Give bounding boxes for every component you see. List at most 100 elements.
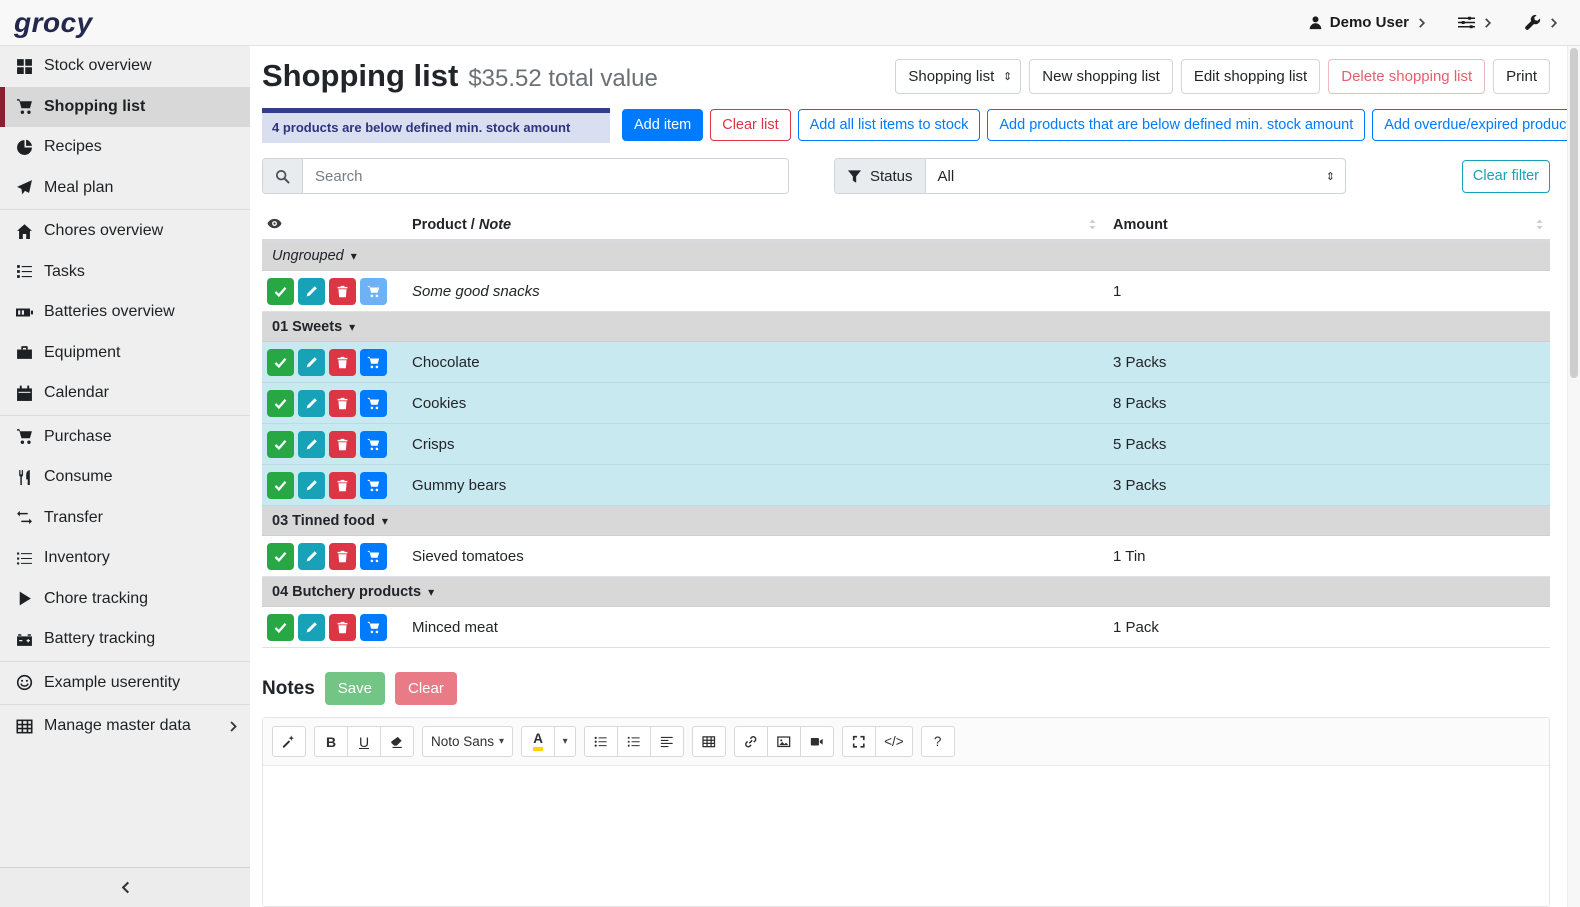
add-all-to-stock-button[interactable]: Add all list items to stock — [798, 109, 981, 141]
search-input[interactable] — [303, 159, 788, 193]
insert-video-button[interactable] — [800, 726, 834, 757]
admin-menu[interactable] — [1524, 14, 1560, 31]
sidebar-item-recipes[interactable]: Recipes — [0, 127, 250, 168]
help-button[interactable]: ? — [921, 726, 955, 757]
sidebar-item-chores-overview[interactable]: Chores overview — [0, 211, 250, 252]
group-header-tinned-food[interactable]: 03 Tinned food ▾ — [262, 506, 1550, 536]
purchase-item-button[interactable] — [360, 390, 387, 417]
edit-shopping-list-button[interactable]: Edit shopping list — [1181, 59, 1320, 94]
edit-item-button[interactable] — [298, 349, 325, 376]
purchase-item-button[interactable] — [360, 349, 387, 376]
sidebar-item-battery-tracking[interactable]: Battery tracking — [0, 619, 250, 660]
product-column-header[interactable]: Product / Note — [412, 217, 1113, 233]
new-shopping-list-button[interactable]: New shopping list — [1029, 59, 1173, 94]
below-min-stock-banner[interactable]: 4 products are below defined min. stock … — [262, 108, 610, 143]
sidebar-item-meal-plan[interactable]: Meal plan — [0, 168, 250, 209]
delete-item-button[interactable] — [329, 390, 356, 417]
text-color-button[interactable]: A — [521, 726, 555, 757]
magic-style-button[interactable] — [272, 726, 306, 757]
mark-done-button[interactable] — [267, 431, 294, 458]
sidebar-item-equipment[interactable]: Equipment — [0, 333, 250, 374]
sidebar-item-batteries-overview[interactable]: Batteries overview — [0, 292, 250, 333]
fullscreen-button[interactable] — [842, 726, 876, 757]
delete-item-button[interactable] — [329, 614, 356, 641]
mark-done-button[interactable] — [267, 349, 294, 376]
insert-link-button[interactable] — [734, 726, 768, 757]
print-button[interactable]: Print — [1493, 59, 1550, 94]
edit-item-button[interactable] — [298, 472, 325, 499]
mark-done-button[interactable] — [267, 614, 294, 641]
delete-item-button[interactable] — [329, 431, 356, 458]
delete-item-button[interactable] — [329, 278, 356, 305]
insert-table-button[interactable] — [692, 726, 726, 757]
sidebar-item-inventory[interactable]: Inventory — [0, 538, 250, 579]
notes-textarea[interactable] — [263, 766, 1549, 906]
clear-formatting-button[interactable] — [380, 726, 414, 757]
sidebar-collapse-button[interactable] — [0, 867, 250, 907]
delete-item-button[interactable] — [329, 349, 356, 376]
amount-column-header[interactable]: Amount — [1113, 217, 1550, 233]
group-header-sweets[interactable]: 01 Sweets ▾ — [262, 312, 1550, 342]
shopping-list-selector[interactable]: Shopping list ⇕ — [895, 59, 1021, 94]
sidebar-item-example-userentity[interactable]: Example userentity — [0, 663, 250, 704]
edit-item-button[interactable] — [298, 431, 325, 458]
paragraph-align-button[interactable] — [650, 726, 684, 757]
delete-item-button[interactable] — [329, 472, 356, 499]
add-below-min-stock-button[interactable]: Add products that are below defined min.… — [987, 109, 1365, 141]
mark-done-button[interactable] — [267, 472, 294, 499]
sidebar-item-manage-master-data[interactable]: Manage master data — [0, 706, 250, 747]
settings-menu[interactable] — [1458, 14, 1494, 31]
status-select[interactable]: All ⇕ — [926, 159, 1345, 193]
caret-down-icon: ▾ — [499, 736, 504, 747]
cart-icon — [16, 428, 33, 445]
add-item-button[interactable]: Add item — [622, 109, 703, 141]
edit-item-button[interactable] — [298, 614, 325, 641]
group-header-butchery-products[interactable]: 04 Butchery products ▾ — [262, 577, 1550, 607]
sidebar-item-tasks[interactable]: Tasks — [0, 252, 250, 293]
purchase-item-button[interactable] — [360, 278, 387, 305]
notes-save-button[interactable]: Save — [325, 672, 385, 705]
sidebar-item-transfer[interactable]: Transfer — [0, 498, 250, 539]
text-color-dropdown[interactable]: ▾ — [554, 726, 576, 757]
clear-list-button[interactable]: Clear list — [710, 109, 790, 141]
add-overdue-button[interactable]: Add overdue/expired products — [1372, 109, 1580, 141]
user-name: Demo User — [1330, 14, 1409, 31]
clear-filter-button[interactable]: Clear filter — [1462, 160, 1550, 193]
search-icon — [275, 169, 290, 184]
mark-done-button[interactable] — [267, 278, 294, 305]
eye-icon[interactable] — [267, 216, 282, 231]
sidebar-item-purchase[interactable]: Purchase — [0, 417, 250, 458]
sidebar-item-calendar[interactable]: Calendar — [0, 373, 250, 414]
ordered-list-button[interactable] — [617, 726, 651, 757]
notes-clear-button[interactable]: Clear — [395, 672, 457, 705]
insert-picture-button[interactable] — [767, 726, 801, 757]
sort-icon[interactable] — [1086, 218, 1099, 231]
bold-button[interactable]: B — [314, 726, 348, 757]
mark-done-button[interactable] — [267, 390, 294, 417]
scrollbar-thumb[interactable] — [1570, 48, 1578, 378]
user-menu[interactable]: Demo User — [1308, 14, 1428, 31]
sidebar-item-consume[interactable]: Consume — [0, 457, 250, 498]
edit-item-button[interactable] — [298, 278, 325, 305]
purchase-item-button[interactable] — [360, 472, 387, 499]
edit-item-button[interactable] — [298, 390, 325, 417]
purchase-item-button[interactable] — [360, 431, 387, 458]
edit-item-button[interactable] — [298, 543, 325, 570]
mark-done-button[interactable] — [267, 543, 294, 570]
sort-icon[interactable] — [1533, 218, 1546, 231]
purchase-item-button[interactable] — [360, 543, 387, 570]
underline-button[interactable]: U — [347, 726, 381, 757]
grocy-logo[interactable]: grocy — [14, 7, 93, 39]
sidebar-item-stock-overview[interactable]: Stock overview — [0, 46, 250, 87]
code-view-button[interactable]: </> — [875, 726, 913, 757]
font-family-dropdown[interactable]: Noto Sans▾ — [422, 726, 513, 757]
group-header-ungrouped[interactable]: Ungrouped ▾ — [262, 241, 1550, 271]
purchase-item-button[interactable] — [360, 614, 387, 641]
delete-shopping-list-button[interactable]: Delete shopping list — [1328, 59, 1485, 94]
sidebar-item-shopping-list[interactable]: Shopping list — [0, 87, 250, 128]
page-scrollbar[interactable] — [1567, 46, 1580, 907]
item-amount: 5 Packs — [1113, 436, 1550, 453]
delete-item-button[interactable] — [329, 543, 356, 570]
sidebar-item-chore-tracking[interactable]: Chore tracking — [0, 579, 250, 620]
unordered-list-button[interactable] — [584, 726, 618, 757]
